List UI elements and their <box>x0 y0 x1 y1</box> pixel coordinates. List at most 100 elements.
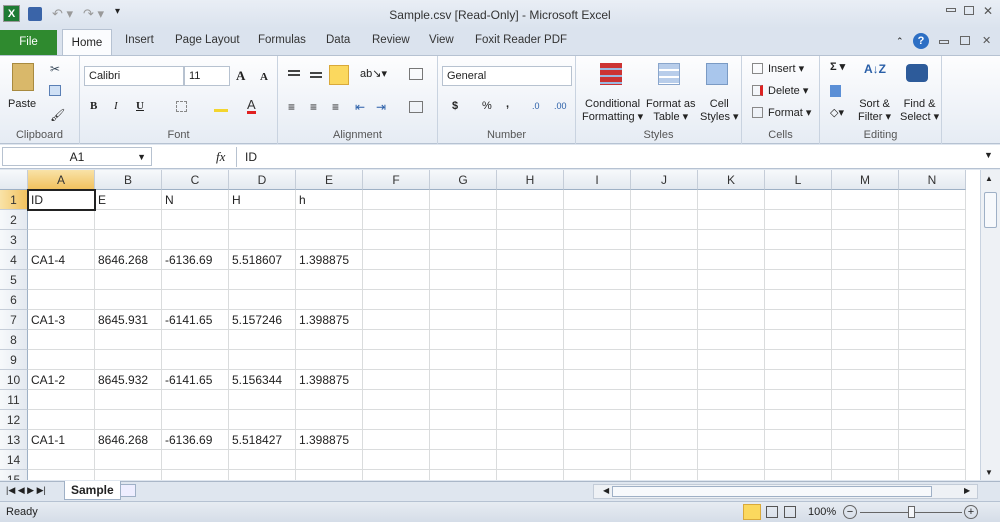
cell-L8[interactable] <box>765 330 832 350</box>
zoom-level[interactable]: 100% <box>808 506 836 518</box>
column-header-M[interactable]: M <box>832 170 899 190</box>
cell-B9[interactable] <box>95 350 162 370</box>
cell-L15[interactable] <box>765 470 832 480</box>
column-header-H[interactable]: H <box>497 170 564 190</box>
cell-H9[interactable] <box>497 350 564 370</box>
cell-K15[interactable] <box>698 470 765 480</box>
spreadsheet-grid[interactable]: A B C D E F G H I J K L M N 1 ID E N Hh 2 3 4 CA1-4 8646.268 -61… <box>0 170 980 480</box>
cell-J3[interactable] <box>631 230 698 250</box>
cell-K10[interactable] <box>698 370 765 390</box>
cell-N4[interactable] <box>899 250 966 270</box>
cell-H13[interactable] <box>497 430 564 450</box>
cell-J11[interactable] <box>631 390 698 410</box>
cell-C5[interactable] <box>162 270 229 290</box>
find-select-button[interactable]: Find & Select ▾ <box>900 98 939 124</box>
cell-N2[interactable] <box>899 210 966 230</box>
cell-A8[interactable] <box>28 330 95 350</box>
decrease-indent-icon[interactable]: ⇤ <box>355 100 365 114</box>
delete-cells-button[interactable]: Delete ▾ <box>768 85 808 98</box>
cell-F9[interactable] <box>363 350 430 370</box>
cell-K13[interactable] <box>698 430 765 450</box>
underline-button[interactable]: U <box>136 100 144 113</box>
fill-color-icon[interactable] <box>214 100 228 112</box>
page-break-view-icon[interactable] <box>784 506 796 518</box>
format-cells-button[interactable]: Format ▾ <box>768 107 811 120</box>
cell-G13[interactable] <box>430 430 497 450</box>
cell-J13[interactable] <box>631 430 698 450</box>
cell-N5[interactable] <box>899 270 966 290</box>
tab-review[interactable]: Review <box>372 34 410 46</box>
cell-A4[interactable]: CA1-4 <box>28 250 95 270</box>
column-header-I[interactable]: I <box>564 170 631 190</box>
close-icon[interactable]: ✕ <box>983 4 993 18</box>
wrap-text-icon[interactable] <box>409 68 423 80</box>
cell-A1[interactable]: ID <box>27 189 96 211</box>
name-box[interactable]: A1 ▼ <box>2 147 152 166</box>
cell-H6[interactable] <box>497 290 564 310</box>
tab-page-layout[interactable]: Page Layout <box>175 34 240 46</box>
cell-D3[interactable] <box>229 230 296 250</box>
cell-C14[interactable] <box>162 450 229 470</box>
cell-M4[interactable] <box>832 250 899 270</box>
cell-I9[interactable] <box>564 350 631 370</box>
cell-M14[interactable] <box>832 450 899 470</box>
cell-I15[interactable] <box>564 470 631 480</box>
zoom-in-icon[interactable]: + <box>964 505 978 519</box>
font-name-select[interactable]: Calibri <box>84 66 184 86</box>
cell-E5[interactable] <box>296 270 363 290</box>
cell-C12[interactable] <box>162 410 229 430</box>
cell-I3[interactable] <box>564 230 631 250</box>
cell-E1[interactable]: h <box>296 190 363 210</box>
row-header-8[interactable]: 8 <box>0 330 28 350</box>
cell-G5[interactable] <box>430 270 497 290</box>
paste-button[interactable]: Paste <box>8 98 36 111</box>
cell-D12[interactable] <box>229 410 296 430</box>
cell-E12[interactable] <box>296 410 363 430</box>
maximize-icon[interactable] <box>964 6 974 15</box>
cell-D2[interactable] <box>229 210 296 230</box>
scroll-thumb[interactable] <box>984 192 997 228</box>
tab-file[interactable]: File <box>0 30 57 55</box>
align-center-icon[interactable]: ≡ <box>310 100 317 114</box>
cell-K4[interactable] <box>698 250 765 270</box>
tab-data[interactable]: Data <box>326 34 350 46</box>
normal-view-icon[interactable] <box>743 504 761 520</box>
cell-D1[interactable]: H <box>229 190 296 210</box>
cell-M15[interactable] <box>832 470 899 480</box>
cell-I11[interactable] <box>564 390 631 410</box>
row-header-3[interactable]: 3 <box>0 230 28 250</box>
cell-F3[interactable] <box>363 230 430 250</box>
cell-C15[interactable] <box>162 470 229 480</box>
row-header-14[interactable]: 14 <box>0 450 28 470</box>
align-right-icon[interactable]: ≡ <box>332 100 339 114</box>
cell-A2[interactable] <box>28 210 95 230</box>
currency-button[interactable]: $ <box>452 100 458 113</box>
cell-J15[interactable] <box>631 470 698 480</box>
cell-M3[interactable] <box>832 230 899 250</box>
cell-B11[interactable] <box>95 390 162 410</box>
cell-K11[interactable] <box>698 390 765 410</box>
cell-G6[interactable] <box>430 290 497 310</box>
cell-B10[interactable]: 8645.932 <box>95 370 162 390</box>
cell-D6[interactable] <box>229 290 296 310</box>
cell-H2[interactable] <box>497 210 564 230</box>
cell-H10[interactable] <box>497 370 564 390</box>
cell-L5[interactable] <box>765 270 832 290</box>
cell-L10[interactable] <box>765 370 832 390</box>
row-header-6[interactable]: 6 <box>0 290 28 310</box>
cell-J2[interactable] <box>631 210 698 230</box>
cell-C2[interactable] <box>162 210 229 230</box>
column-header-F[interactable]: F <box>363 170 430 190</box>
fill-icon[interactable] <box>830 85 841 97</box>
cell-C1[interactable]: N <box>162 190 229 210</box>
cell-L7[interactable] <box>765 310 832 330</box>
cell-G10[interactable] <box>430 370 497 390</box>
cell-J7[interactable] <box>631 310 698 330</box>
cell-N10[interactable] <box>899 370 966 390</box>
cell-H4[interactable] <box>497 250 564 270</box>
cell-G11[interactable] <box>430 390 497 410</box>
cell-A11[interactable] <box>28 390 95 410</box>
cell-E2[interactable] <box>296 210 363 230</box>
row-header-5[interactable]: 5 <box>0 270 28 290</box>
cell-N14[interactable] <box>899 450 966 470</box>
